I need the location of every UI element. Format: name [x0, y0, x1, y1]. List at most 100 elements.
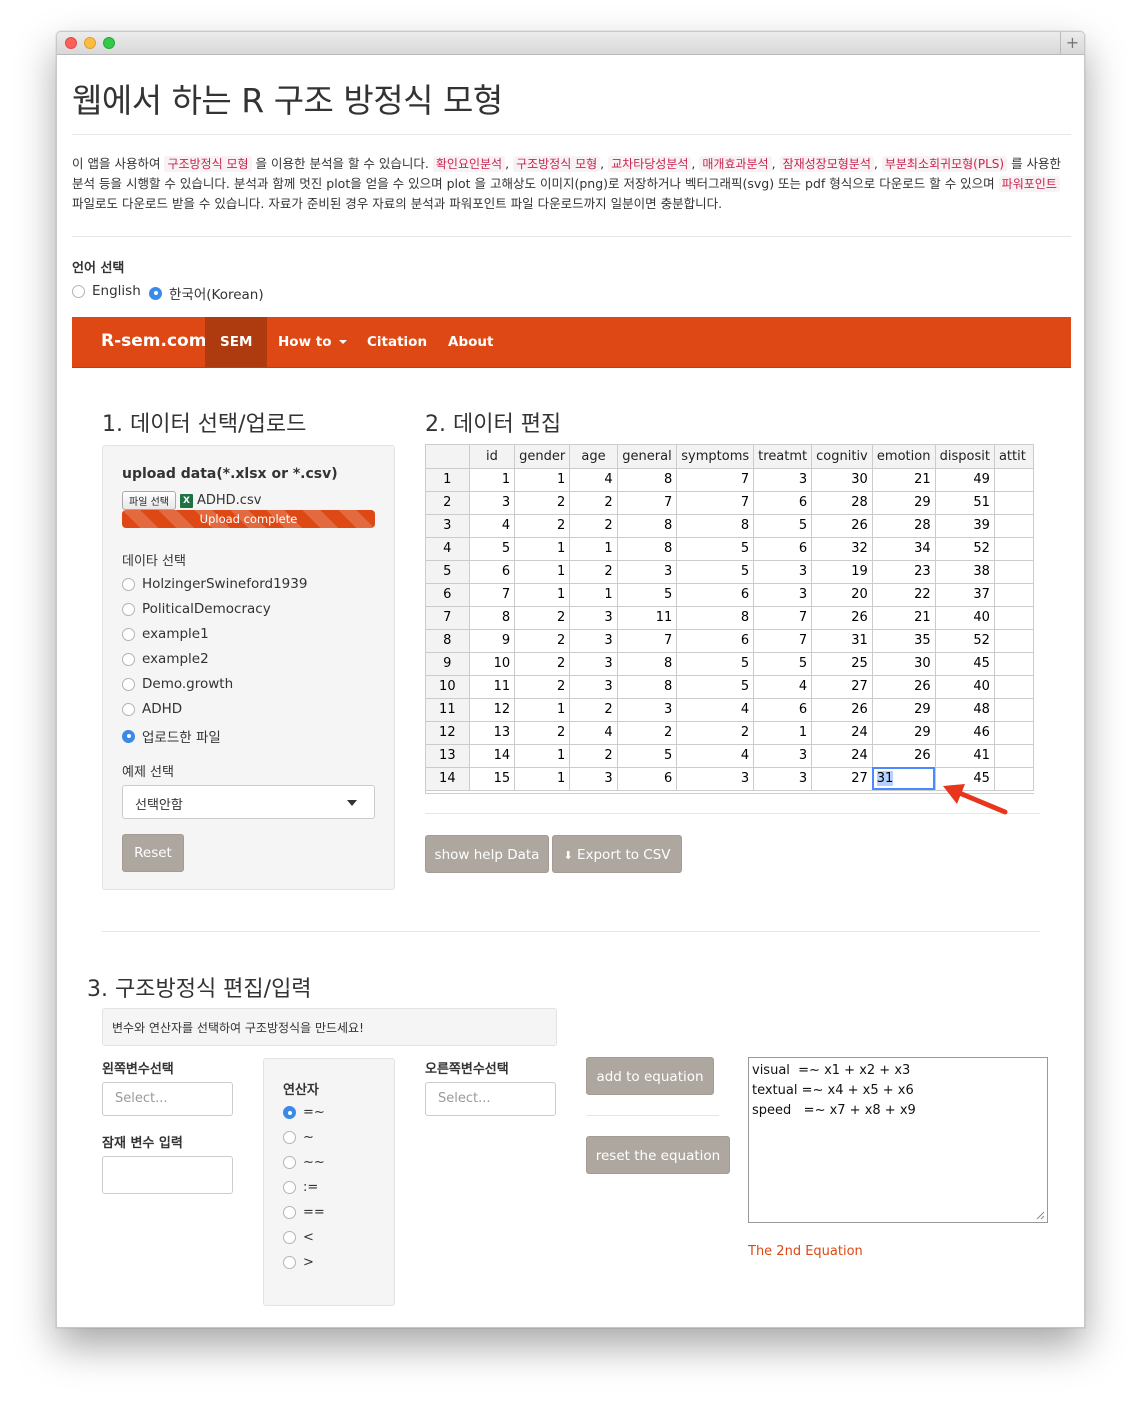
row-header[interactable]: 9 — [426, 652, 470, 676]
table-cell[interactable]: 8 — [617, 468, 678, 492]
radio-icon[interactable] — [283, 1181, 296, 1194]
table-cell[interactable]: 24 — [811, 721, 873, 745]
table-cell[interactable]: 51 — [935, 491, 995, 515]
table-cell[interactable]: 30 — [872, 652, 936, 676]
table-cell[interactable]: 1 — [753, 721, 813, 745]
table-cell[interactable] — [994, 744, 1034, 768]
table-cell[interactable]: 8 — [469, 606, 516, 630]
table-cell[interactable]: 41 — [935, 744, 995, 768]
table-cell[interactable]: 5 — [676, 675, 755, 699]
table-cell[interactable]: 22 — [872, 583, 936, 607]
row-header[interactable]: 14 — [426, 767, 470, 791]
radio-icon[interactable] — [122, 602, 135, 616]
data-grid[interactable]: id gender age general symptoms treatmt c… — [425, 444, 1034, 794]
table-cell[interactable]: 24 — [811, 744, 873, 768]
table-cell[interactable] — [994, 514, 1034, 538]
table-cell[interactable]: 28 — [811, 491, 873, 515]
language-korean-option[interactable]: 한국어(Korean) — [149, 283, 264, 303]
table-cell[interactable]: 49 — [935, 468, 995, 492]
table-cell[interactable]: 2 — [569, 514, 618, 538]
table-cell[interactable]: 3 — [617, 698, 678, 722]
table-cell[interactable]: 26 — [872, 744, 936, 768]
reset-button[interactable]: Reset — [122, 834, 184, 872]
reset-equation-button[interactable]: reset the equation — [586, 1136, 730, 1174]
table-cell[interactable]: 7 — [617, 629, 678, 653]
table-cell[interactable]: 26 — [872, 675, 936, 699]
radio-checked-icon[interactable] — [149, 286, 162, 300]
table-cell[interactable]: 25 — [811, 652, 873, 676]
operator-option[interactable]: ~~ — [283, 1155, 325, 1170]
table-cell[interactable]: 5 — [617, 744, 678, 768]
table-cell[interactable]: 1 — [514, 698, 571, 722]
table-cell[interactable]: 8 — [617, 514, 678, 538]
left-variable-select[interactable]: Select... — [102, 1082, 233, 1116]
table-cell[interactable]: 3 — [676, 767, 755, 791]
table-cell[interactable]: 7 — [469, 583, 516, 607]
table-cell[interactable]: 2 — [617, 721, 678, 745]
add-to-equation-button[interactable]: add to equation — [586, 1057, 714, 1095]
radio-icon[interactable] — [283, 1206, 296, 1219]
second-equation-link[interactable]: The 2nd Equation — [748, 1244, 863, 1259]
operator-option[interactable]: == — [283, 1205, 325, 1220]
table-cell[interactable]: 32 — [811, 537, 873, 561]
new-tab-icon[interactable]: + — [1060, 32, 1084, 54]
table-cell[interactable]: 1 — [514, 583, 571, 607]
dataset-option[interactable]: example1 — [122, 626, 209, 642]
nav-brand[interactable]: R-sem.com — [101, 331, 206, 351]
column-header[interactable]: general — [617, 445, 678, 469]
table-cell[interactable]: 27 — [811, 675, 873, 699]
nav-item-how-to[interactable]: How to — [263, 317, 362, 367]
table-cell[interactable]: 6 — [753, 698, 813, 722]
row-header[interactable]: 7 — [426, 606, 470, 630]
table-cell[interactable]: 7 — [617, 491, 678, 515]
table-cell[interactable]: 3 — [569, 652, 618, 676]
table-cell[interactable]: 3 — [753, 744, 813, 768]
table-cell[interactable]: 1 — [514, 767, 571, 791]
table-cell[interactable]: 5 — [753, 652, 813, 676]
row-header[interactable]: 10 — [426, 675, 470, 699]
radio-icon[interactable] — [283, 1156, 296, 1169]
table-cell[interactable]: 45 — [935, 652, 995, 676]
table-cell[interactable]: 3 — [753, 468, 813, 492]
table-cell[interactable]: 6 — [617, 767, 678, 791]
table-cell[interactable]: 4 — [676, 698, 755, 722]
radio-checked-icon[interactable] — [283, 1106, 296, 1119]
table-cell[interactable]: 5 — [469, 537, 516, 561]
table-cell[interactable]: 1 — [514, 560, 571, 584]
table-cell[interactable]: 6 — [753, 537, 813, 561]
file-select-button[interactable]: 파일 선택 — [122, 491, 176, 510]
table-cell[interactable]: 29 — [872, 698, 936, 722]
dataset-option[interactable]: example2 — [122, 651, 209, 667]
table-cell[interactable]: 8 — [676, 606, 755, 630]
table-cell[interactable]: 4 — [469, 514, 516, 538]
table-cell[interactable] — [994, 629, 1034, 653]
row-header[interactable]: 11 — [426, 698, 470, 722]
table-cell[interactable]: 52 — [935, 629, 995, 653]
table-cell[interactable]: 2 — [514, 606, 571, 630]
table-cell[interactable]: 48 — [935, 698, 995, 722]
table-cell[interactable]: 6 — [753, 491, 813, 515]
row-header[interactable]: 6 — [426, 583, 470, 607]
table-cell[interactable]: 52 — [935, 537, 995, 561]
minimize-window-button[interactable] — [84, 37, 96, 49]
table-cell[interactable]: 1 — [469, 468, 516, 492]
table-cell[interactable]: 2 — [514, 721, 571, 745]
table-cell[interactable]: 2 — [676, 721, 755, 745]
column-header[interactable]: gender — [514, 445, 571, 469]
table-cell[interactable]: 5 — [676, 560, 755, 584]
operator-option[interactable]: > — [283, 1255, 314, 1270]
table-cell[interactable]: 5 — [676, 537, 755, 561]
column-header[interactable]: attit — [994, 445, 1034, 469]
table-cell[interactable]: 1 — [514, 468, 571, 492]
radio-checked-icon[interactable] — [122, 729, 135, 743]
table-cell[interactable]: 3 — [569, 629, 618, 653]
table-cell[interactable]: 21 — [872, 606, 936, 630]
table-cell[interactable]: 28 — [872, 514, 936, 538]
operator-option[interactable]: := — [283, 1180, 318, 1195]
table-cell[interactable]: 3 — [753, 767, 813, 791]
table-cell[interactable]: 26 — [811, 514, 873, 538]
table-cell[interactable] — [994, 606, 1034, 630]
table-cell[interactable]: 8 — [617, 652, 678, 676]
table-cell[interactable]: 8 — [617, 675, 678, 699]
table-cell[interactable]: 3 — [569, 767, 618, 791]
